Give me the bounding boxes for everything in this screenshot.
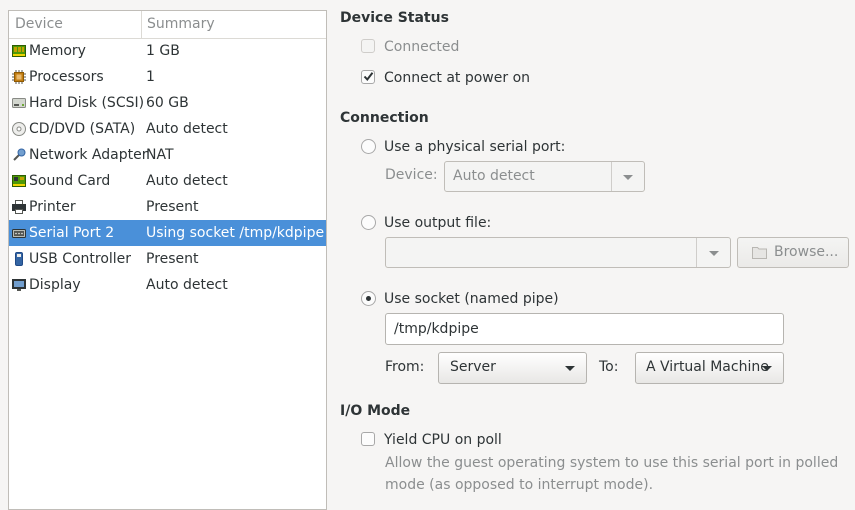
physical-serial-port-label: Use a physical serial port:	[384, 139, 566, 155]
device-name: Printer	[29, 199, 76, 215]
device-list-panel: Device Summary Memory 1 GB Processors 1 …	[8, 10, 327, 510]
chevron-down-icon	[762, 366, 772, 371]
device-row-memory[interactable]: Memory 1 GB	[9, 38, 326, 64]
device-combobox-value: Auto detect	[453, 168, 535, 184]
usb-controller-icon	[15, 252, 23, 266]
device-name: Serial Port 2	[29, 225, 115, 241]
device-name: Sound Card	[29, 173, 111, 189]
to-dropdown-value: A Virtual Machine	[646, 359, 769, 375]
from-label: From:	[385, 359, 425, 375]
device-summary: NAT	[146, 147, 174, 163]
device-row-cd-dvd[interactable]: CD/DVD (SATA) Auto detect	[9, 116, 326, 142]
device-row-processors[interactable]: Processors 1	[9, 64, 326, 90]
chevron-down-icon	[623, 175, 633, 180]
device-combobox[interactable]: Auto detect	[444, 161, 645, 192]
device-name: USB Controller	[29, 251, 132, 267]
to-label: To:	[599, 359, 619, 375]
column-header-summary[interactable]: Summary	[147, 11, 215, 38]
radio-circle	[361, 139, 376, 154]
connection-heading: Connection	[340, 110, 429, 126]
checkbox-box	[361, 39, 375, 53]
from-dropdown[interactable]: Server	[438, 352, 587, 384]
socket-path-input[interactable]	[394, 314, 775, 344]
display-icon	[12, 279, 26, 291]
device-summary: Using socket /tmp/kdpipe	[146, 225, 325, 241]
serial-port-icon	[12, 229, 26, 238]
sound-card-icon	[12, 175, 26, 187]
combobox-separator	[696, 238, 697, 267]
device-name: Memory	[29, 43, 86, 59]
device-row-usb-controller[interactable]: USB Controller Present	[9, 246, 326, 272]
memory-icon	[12, 45, 26, 57]
device-row-display[interactable]: Display Auto detect	[9, 272, 326, 298]
from-dropdown-value: Server	[450, 359, 496, 375]
output-file-label: Use output file:	[384, 215, 492, 231]
folder-icon	[752, 247, 767, 259]
column-header-device[interactable]: Device	[15, 11, 63, 38]
column-divider	[141, 11, 142, 38]
combobox-separator	[611, 162, 612, 191]
chevron-down-icon	[709, 251, 719, 256]
device-row-serial-port-2[interactable]: Serial Port 2 Using socket /tmp/kdpipe	[9, 220, 326, 246]
io-mode-heading: I/O Mode	[340, 403, 411, 419]
checkbox-box	[361, 70, 375, 84]
device-row-printer[interactable]: Printer Present	[9, 194, 326, 220]
device-name: CD/DVD (SATA)	[29, 121, 136, 137]
device-status-heading: Device Status	[340, 10, 449, 26]
browse-button[interactable]: Browse...	[737, 237, 849, 268]
checkbox-box	[361, 432, 375, 446]
hard-disk-icon	[12, 98, 26, 108]
checkmark-icon	[363, 72, 374, 82]
device-name: Network Adapter	[29, 147, 148, 163]
socket-path-field[interactable]	[385, 313, 784, 345]
device-row-network-adapter[interactable]: Network Adapter NAT	[9, 142, 326, 168]
radio-circle	[361, 215, 376, 230]
device-row-hard-disk[interactable]: Hard Disk (SCSI) 60 GB	[9, 90, 326, 116]
cd-dvd-icon	[12, 122, 26, 136]
device-summary: Auto detect	[146, 173, 228, 189]
chevron-down-icon	[565, 366, 575, 371]
device-list-header: Device Summary	[9, 11, 326, 39]
network-adapter-icon	[13, 148, 26, 161]
radio-dot	[366, 296, 371, 301]
device-row-sound-card[interactable]: Sound Card Auto detect	[9, 168, 326, 194]
device-summary: Auto detect	[146, 277, 228, 293]
device-summary: Present	[146, 251, 199, 267]
yield-cpu-label: Yield CPU on poll	[384, 432, 502, 448]
device-summary: 1	[146, 69, 155, 85]
socket-named-pipe-label: Use socket (named pipe)	[384, 291, 559, 307]
device-field-label: Device:	[385, 167, 438, 183]
connected-label: Connected	[384, 39, 460, 55]
device-name: Hard Disk (SCSI)	[29, 95, 145, 111]
to-dropdown[interactable]: A Virtual Machine	[635, 352, 784, 384]
connect-at-power-on-label: Connect at power on	[384, 70, 531, 86]
device-summary: 1 GB	[146, 43, 180, 59]
device-name: Processors	[29, 69, 104, 85]
device-summary: Present	[146, 199, 199, 215]
output-file-combobox[interactable]	[385, 237, 731, 268]
processor-icon	[12, 70, 26, 84]
browse-button-label: Browse...	[774, 244, 839, 260]
device-summary: Auto detect	[146, 121, 228, 137]
device-name: Display	[29, 277, 81, 293]
radio-circle	[361, 291, 376, 306]
printer-icon	[12, 200, 26, 214]
device-summary: 60 GB	[146, 95, 189, 111]
io-mode-help-text: Allow the guest operating system to use …	[385, 455, 839, 493]
